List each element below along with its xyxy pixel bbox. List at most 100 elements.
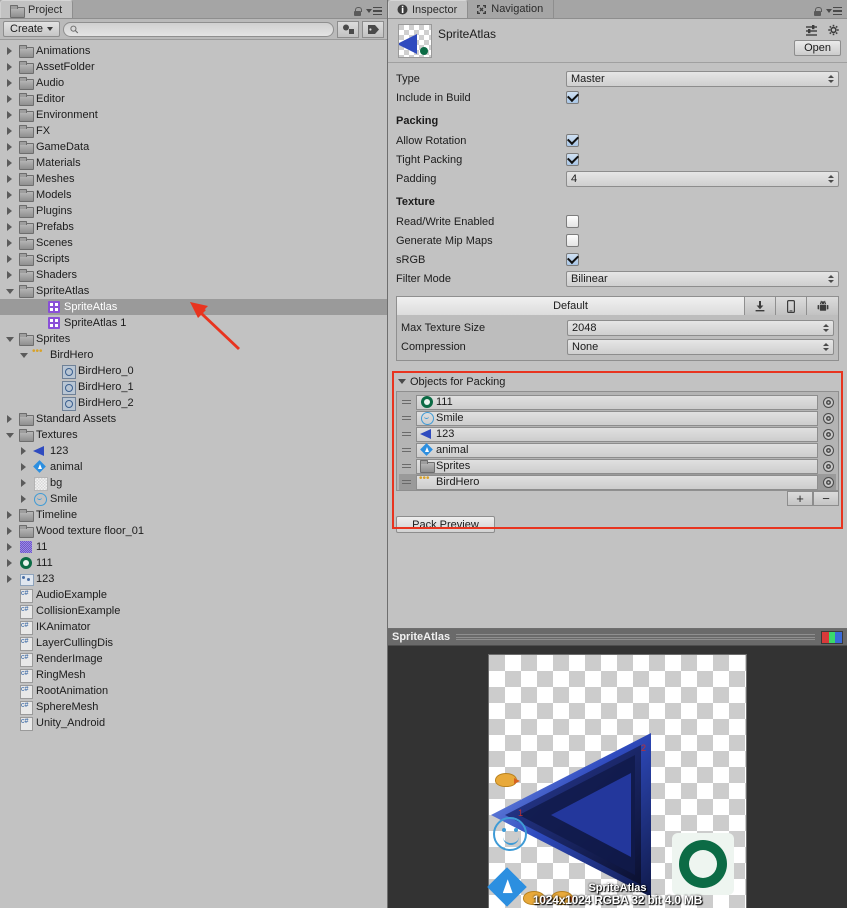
packing-row[interactable]: Sprites <box>399 458 836 474</box>
tree-disclosure-icon[interactable] <box>4 270 15 281</box>
tree-row[interactable]: AssetFolder <box>0 59 387 75</box>
rgb-channel-icon[interactable] <box>821 630 843 644</box>
tree-row[interactable]: Standard Assets <box>0 411 387 427</box>
preview-drag-handle[interactable] <box>456 634 815 641</box>
tree-row[interactable]: Editor <box>0 91 387 107</box>
tree-disclosure-icon[interactable] <box>4 254 15 265</box>
platform-tab-standalone[interactable] <box>745 297 776 315</box>
tree-row[interactable]: Timeline <box>0 507 387 523</box>
object-picker-icon[interactable] <box>821 397 836 408</box>
tree-disclosure-icon[interactable] <box>4 174 15 185</box>
drag-handle-icon[interactable] <box>399 448 413 452</box>
tree-row[interactable]: SphereMesh <box>0 699 387 715</box>
panel-menu-icon[interactable] <box>826 6 842 16</box>
tree-row[interactable]: Models <box>0 187 387 203</box>
platform-tab-ios[interactable] <box>776 297 807 315</box>
tree-row[interactable]: Environment <box>0 107 387 123</box>
max-texture-size-dropdown[interactable]: 2048 <box>567 319 834 336</box>
tree-row[interactable]: IKAnimator <box>0 619 387 635</box>
tab-navigation[interactable]: Navigation <box>468 0 555 18</box>
padding-dropdown[interactable]: 4 <box>566 170 839 187</box>
packing-row[interactable]: animal <box>399 442 836 458</box>
tree-row[interactable]: Audio <box>0 75 387 91</box>
object-type-filter-icon[interactable] <box>337 20 359 38</box>
tree-disclosure-icon[interactable] <box>4 46 15 57</box>
object-picker-icon[interactable] <box>821 445 836 456</box>
tree-row[interactable]: Animations <box>0 43 387 59</box>
object-field[interactable]: BirdHero <box>416 473 818 490</box>
tree-row[interactable]: RingMesh <box>0 667 387 683</box>
tree-row[interactable]: LayerCullingDis <box>0 635 387 651</box>
tree-disclosure-icon[interactable] <box>4 334 15 345</box>
packing-row[interactable]: 111 <box>399 394 836 410</box>
tree-row[interactable]: CollisionExample <box>0 603 387 619</box>
read-write-checkbox[interactable] <box>566 215 579 228</box>
tree-disclosure-icon[interactable] <box>4 206 15 217</box>
tree-row[interactable]: animal <box>0 459 387 475</box>
tree-disclosure-icon[interactable] <box>4 94 15 105</box>
object-field[interactable]: Sprites <box>416 458 818 474</box>
pack-preview-button[interactable]: Pack Preview <box>396 516 495 533</box>
tree-disclosure-icon[interactable] <box>4 222 15 233</box>
tree-row[interactable]: SpriteAtlas <box>0 299 387 315</box>
object-field[interactable]: animal <box>416 442 818 458</box>
tree-disclosure-icon[interactable] <box>4 158 15 169</box>
lock-icon[interactable] <box>813 6 822 16</box>
tree-row[interactable]: Shaders <box>0 267 387 283</box>
tree-row[interactable]: SpriteAtlas 1 <box>0 315 387 331</box>
tree-row[interactable]: Meshes <box>0 171 387 187</box>
filter-mode-dropdown[interactable]: Bilinear <box>566 270 839 287</box>
drag-handle-icon[interactable] <box>399 432 413 436</box>
remove-object-button[interactable]: − <box>813 491 839 506</box>
open-button[interactable]: Open <box>794 40 841 56</box>
platform-tab-default[interactable]: Default <box>397 297 745 315</box>
tree-row[interactable]: Textures <box>0 427 387 443</box>
object-field[interactable]: Smile <box>416 410 818 426</box>
drag-handle-icon[interactable] <box>399 416 413 420</box>
object-picker-icon[interactable] <box>821 461 836 472</box>
objects-for-packing-foldout[interactable]: Objects for Packing <box>396 373 839 390</box>
tree-row[interactable]: BirdHero <box>0 346 387 363</box>
preset-icon[interactable] <box>805 24 819 37</box>
tree-disclosure-icon[interactable] <box>18 462 29 473</box>
tree-row[interactable]: Sprites <box>0 331 387 347</box>
tree-disclosure-icon[interactable] <box>4 62 15 73</box>
tree-row[interactable]: BirdHero_1 <box>0 379 387 395</box>
mip-maps-checkbox[interactable] <box>566 234 579 247</box>
preview-header[interactable]: SpriteAtlas <box>388 629 847 646</box>
object-field[interactable]: 111 <box>416 394 818 410</box>
object-picker-icon[interactable] <box>821 413 836 424</box>
tab-inspector[interactable]: Inspector <box>388 0 469 18</box>
tree-disclosure-icon[interactable] <box>4 510 15 521</box>
objects-for-packing-list[interactable]: 111 Smile 123 animal Sprites BirdHero <box>396 391 839 491</box>
tree-row[interactable]: Scripts <box>0 251 387 267</box>
tree-row[interactable]: Scenes <box>0 235 387 251</box>
srgb-checkbox[interactable] <box>566 253 579 266</box>
packing-row[interactable]: BirdHero <box>399 473 836 490</box>
tree-disclosure-icon[interactable] <box>4 558 15 569</box>
packing-row[interactable]: 123 <box>399 426 836 442</box>
platform-tab-android[interactable] <box>807 297 838 315</box>
tab-project[interactable]: Project <box>0 0 74 18</box>
tree-disclosure-icon[interactable] <box>4 78 15 89</box>
object-field[interactable]: 123 <box>416 426 818 442</box>
type-dropdown[interactable]: Master <box>566 70 839 87</box>
drag-handle-icon[interactable] <box>399 400 413 404</box>
tree-disclosure-icon[interactable] <box>18 350 29 361</box>
tree-disclosure-icon[interactable] <box>18 494 29 505</box>
tree-row[interactable]: Materials <box>0 155 387 171</box>
include-in-build-checkbox[interactable] <box>566 91 579 104</box>
tree-disclosure-icon[interactable] <box>4 238 15 249</box>
tree-disclosure-icon[interactable] <box>4 126 15 137</box>
tree-row[interactable]: 123 <box>0 443 387 459</box>
search-field[interactable] <box>63 21 334 37</box>
lock-icon[interactable] <box>353 6 362 16</box>
tree-disclosure-icon[interactable] <box>4 286 15 297</box>
tree-row[interactable]: Smile <box>0 491 387 507</box>
tree-row[interactable]: SpriteAtlas <box>0 283 387 299</box>
tree-row[interactable]: Wood texture floor_01 <box>0 523 387 539</box>
object-picker-icon[interactable] <box>821 477 836 488</box>
add-object-button[interactable]: + <box>787 491 813 506</box>
drag-handle-icon[interactable] <box>399 464 413 468</box>
tree-row[interactable]: Unity_Android <box>0 715 387 731</box>
